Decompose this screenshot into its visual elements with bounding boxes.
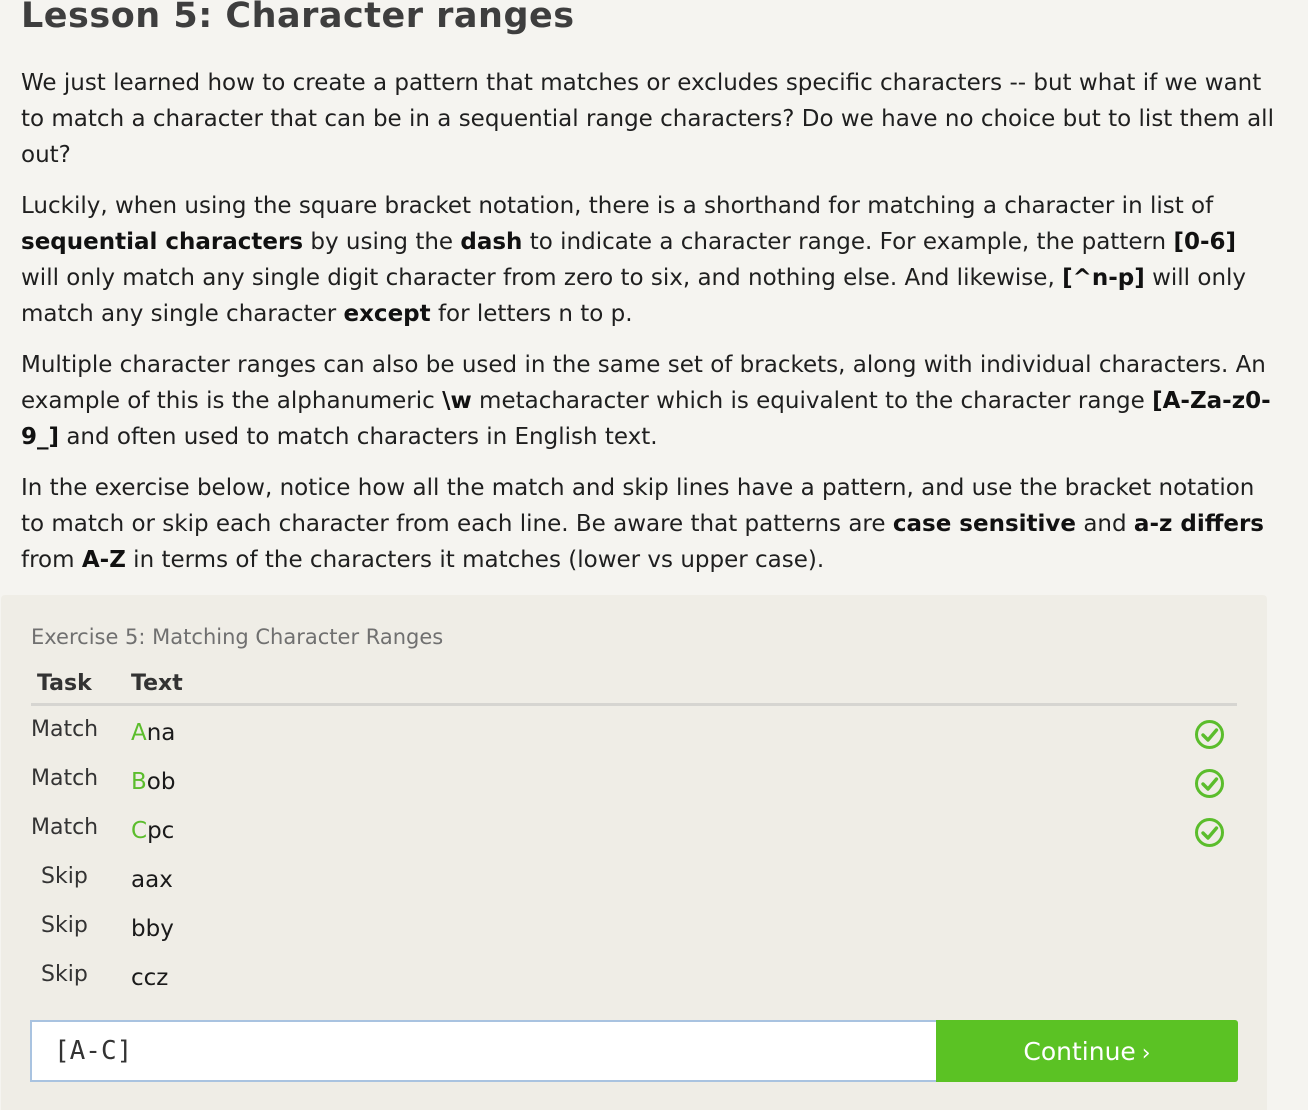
row-text-rest: ccz (131, 965, 169, 991)
exercise-panel: Exercise 5: Matching Character Ranges Ta… (1, 595, 1267, 1110)
chevron-right-icon: › (1141, 1040, 1151, 1066)
check-circle-icon (1194, 817, 1225, 848)
row-text-rest: pc (147, 818, 175, 844)
emphasis-text: case sensitive (892, 511, 1077, 537)
row-text-rest: ob (146, 769, 176, 795)
paragraph-text: We just learned how to create a pattern … (21, 70, 1274, 168)
emphasis-text: \w (442, 388, 472, 414)
emphasis-text: [^n-p] (1062, 265, 1145, 291)
row-task: Skip (41, 962, 88, 987)
row-task: Match (31, 815, 99, 840)
row-text-rest: na (146, 720, 176, 746)
exercise-row: Match Cpc (1, 815, 1267, 864)
lesson-title: Lesson 5: Character ranges (21, 0, 575, 36)
continue-label: Continue (1023, 1036, 1136, 1066)
lesson-paragraph: In the exercise below, notice how all th… (21, 470, 1276, 578)
row-text: ccz (131, 965, 168, 991)
emphasis-text: sequential characters (21, 229, 304, 255)
row-text: Ana (131, 720, 175, 746)
emphasis-text: a-z differs (1133, 511, 1264, 537)
paragraph-text: will only match any single digit charact… (21, 265, 1063, 291)
row-text: aax (131, 867, 173, 893)
lesson-body: We just learned how to create a pattern … (21, 65, 1276, 593)
check-circle-icon (1194, 719, 1225, 750)
row-task: Match (31, 717, 99, 742)
continue-button[interactable]: Continue › (936, 1020, 1238, 1082)
row-task: Skip (41, 864, 88, 889)
lesson-page: Lesson 5: Character ranges We just learn… (0, 0, 1308, 1110)
paragraph-text: by using the (303, 229, 461, 255)
paragraph-text: and often used to match characters in En… (59, 424, 658, 450)
emphasis-text: except (343, 301, 431, 327)
exercise-row: Skip bby (1, 913, 1267, 962)
row-task: Match (31, 766, 99, 791)
check-circle-icon (1194, 768, 1225, 799)
row-text-rest: aax (131, 867, 173, 893)
row-text: Bob (131, 769, 175, 795)
paragraph-text: metacharacter which is equivalent to the… (471, 388, 1153, 414)
exercise-row: Match Ana (1, 717, 1267, 766)
header-divider (31, 703, 1237, 706)
row-task: Skip (41, 913, 88, 938)
matched-character: B (131, 769, 147, 795)
lesson-paragraph: We just learned how to create a pattern … (21, 65, 1276, 173)
lesson-paragraph: Luckily, when using the square bracket n… (21, 188, 1276, 332)
pattern-input[interactable] (30, 1020, 936, 1082)
exercise-row: Match Bob (1, 766, 1267, 815)
answer-form: Continue› (30, 1020, 1238, 1082)
matched-character: C (131, 818, 148, 844)
column-header-task: Task (37, 671, 92, 696)
row-text: Cpc (131, 818, 174, 844)
column-header-text: Text (131, 671, 183, 696)
matched-character: A (131, 720, 147, 746)
paragraph-text: in terms of the characters it matches (l… (125, 547, 825, 573)
paragraph-text: for letters n to p. (430, 301, 633, 327)
exercise-row: Skip ccz (1, 962, 1267, 1011)
emphasis-text: dash (460, 229, 523, 255)
lesson-paragraph: Multiple character ranges can also be us… (21, 347, 1276, 455)
paragraph-text: from (21, 547, 82, 573)
emphasis-text: A-Z (81, 547, 126, 573)
paragraph-text: and (1076, 511, 1134, 537)
exercise-row: Skip aax (1, 864, 1267, 913)
exercise-title: Exercise 5: Matching Character Ranges (31, 625, 444, 649)
row-text: bby (131, 916, 174, 942)
paragraph-text: Luckily, when using the square bracket n… (21, 193, 1214, 219)
paragraph-text: to indicate a character range. For examp… (522, 229, 1174, 255)
emphasis-text: [0-6] (1173, 229, 1237, 255)
row-text-rest: bby (131, 916, 174, 942)
